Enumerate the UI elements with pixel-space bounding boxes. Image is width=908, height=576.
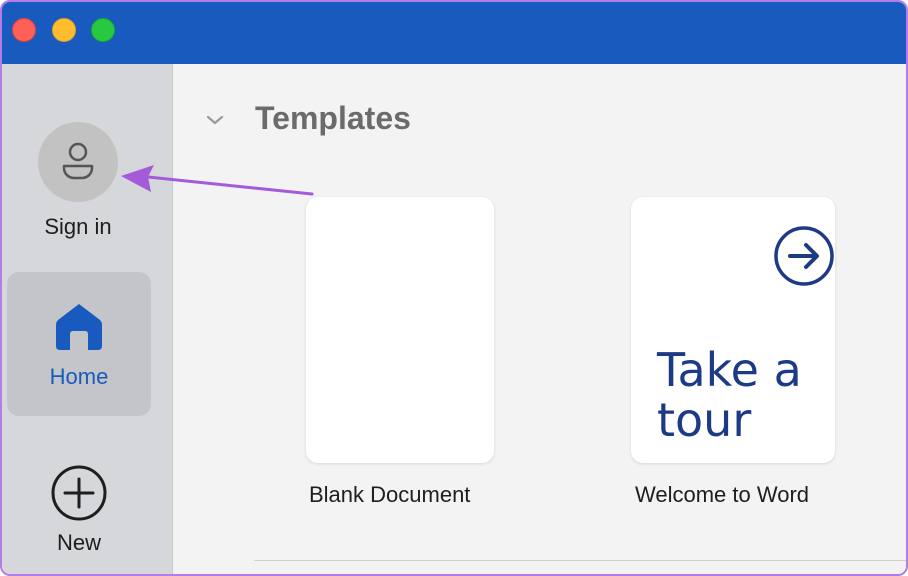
welcome-to-word-template[interactable]: Take a tour	[631, 197, 835, 463]
sign-in-label[interactable]: Sign in	[2, 214, 154, 240]
blank-document-caption[interactable]: Blank Document	[309, 482, 470, 508]
sidebar: Sign in Home New	[2, 64, 173, 574]
home-label: Home	[49, 364, 109, 389]
chevron-down-icon[interactable]	[203, 108, 227, 132]
title-bar	[2, 2, 906, 64]
sign-in-avatar[interactable]	[38, 122, 118, 202]
home-icon	[56, 304, 102, 350]
person-icon	[62, 142, 94, 180]
take-a-tour-text: Take a tour	[657, 343, 802, 447]
close-window-button[interactable]	[12, 18, 36, 42]
blank-document-template[interactable]	[306, 197, 494, 463]
sidebar-item-home[interactable]: Home	[7, 272, 151, 416]
main-content: Templates Blank Document Take a tour Wel…	[173, 64, 906, 574]
welcome-to-word-caption[interactable]: Welcome to Word	[635, 482, 809, 508]
word-window: Sign in Home New Templates Blank Documen…	[0, 0, 908, 576]
templates-heading: Templates	[255, 100, 411, 136]
arrow-right-circle-icon	[774, 226, 834, 286]
section-divider	[254, 560, 906, 561]
plus-circle-icon[interactable]	[50, 464, 108, 522]
new-label[interactable]: New	[2, 530, 156, 556]
minimize-window-button[interactable]	[52, 18, 76, 42]
zoom-window-button[interactable]	[91, 18, 115, 42]
